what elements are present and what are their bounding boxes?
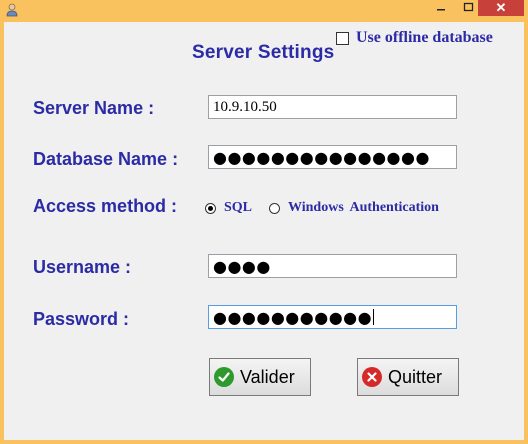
access-sql-option[interactable]: SQL	[205, 200, 252, 216]
offline-checkbox-row[interactable]: Use offline database	[336, 29, 493, 47]
server-name-label: Server Name :	[33, 98, 155, 118]
validate-button-label: Valider	[240, 366, 295, 387]
title-bar[interactable]: ✕	[0, 0, 528, 22]
password-label: Password :	[33, 309, 130, 329]
offline-checkbox-label[interactable]: Use offline database	[356, 29, 493, 47]
database-name-value: ●●●●●●●●●●●●●●●	[213, 147, 430, 167]
access-windows-label[interactable]: Windows Authentication	[288, 200, 439, 216]
database-name-input[interactable]: ●●●●●●●●●●●●●●●	[208, 145, 457, 169]
minimize-button[interactable]	[429, 0, 453, 14]
radio-selected-dot	[208, 205, 213, 211]
username-value: ●●●●	[213, 256, 271, 276]
person-icon	[6, 3, 18, 17]
minimize-icon	[437, 9, 445, 11]
quit-button-label: Quitter	[388, 366, 443, 387]
server-name-input[interactable]: 10.9.10.50	[208, 95, 457, 119]
maximize-icon	[463, 2, 473, 12]
access-method-label: Access method :	[33, 196, 178, 216]
access-sql-label[interactable]: SQL	[224, 200, 252, 216]
username-label: Username :	[33, 257, 132, 277]
x-circle-icon	[362, 367, 382, 387]
text-caret	[373, 309, 375, 325]
password-input[interactable]: ●●●●●●●●●●●	[208, 305, 457, 329]
close-icon: ✕	[495, 0, 507, 15]
offline-checkbox[interactable]	[336, 31, 349, 45]
close-button[interactable]: ✕	[478, 0, 524, 16]
access-sql-radio[interactable]	[205, 202, 216, 214]
settings-panel: Use offline database Server Settings Ser…	[4, 22, 524, 440]
password-value: ●●●●●●●●●●●	[213, 307, 373, 327]
database-name-label: Database Name :	[33, 149, 179, 169]
check-icon	[214, 367, 234, 387]
access-windows-option[interactable]: Windows Authentication	[269, 200, 439, 216]
quit-button[interactable]: Quitter	[357, 358, 459, 396]
server-name-value: 10.9.10.50	[213, 98, 277, 115]
form-title: Server Settings	[192, 42, 335, 63]
username-input[interactable]: ●●●●	[208, 254, 457, 278]
access-windows-radio[interactable]	[269, 202, 280, 214]
validate-button[interactable]: Valider	[209, 358, 311, 396]
